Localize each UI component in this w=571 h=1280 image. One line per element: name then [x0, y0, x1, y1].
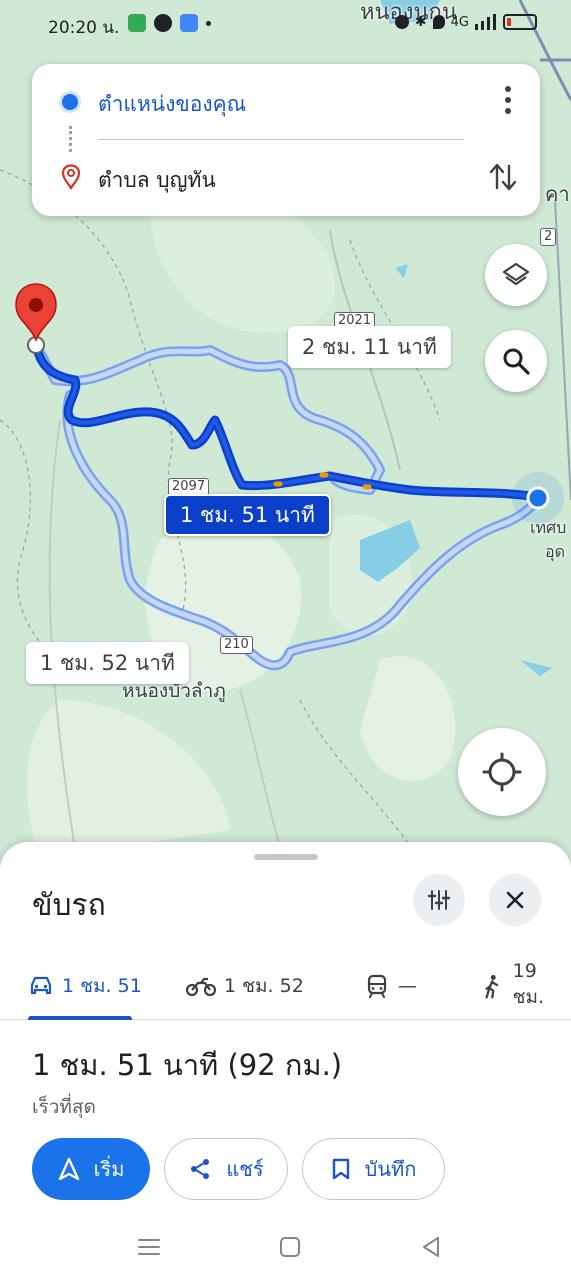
system-navigation-bar [0, 1216, 571, 1280]
travel-mode-tabs: 1 ชม. 51 1 ชม. 52 — 19 ชม. [0, 952, 571, 1020]
location-icon [432, 15, 445, 29]
map-town-label-right-1: เทศบ [530, 518, 567, 537]
field-divider [98, 139, 464, 140]
tab-motorcycle[interactable]: 1 ชม. 52 [186, 952, 304, 1020]
sheet-drag-handle[interactable] [254, 854, 318, 860]
share-button-label: แชร์ [226, 1157, 264, 1181]
destination-pin-icon [61, 164, 81, 190]
save-button-label: บันทึก [364, 1157, 417, 1181]
start-button-label: เริ่ม [93, 1157, 125, 1181]
swap-icon[interactable] [486, 160, 520, 194]
more-vert-icon [505, 107, 511, 114]
route-options-button[interactable] [413, 874, 465, 926]
status-bar: 20:20 น. ✱ 4G [0, 0, 571, 52]
bookmark-icon [332, 1158, 349, 1180]
route-summary: 1 ชม. 51 นาที (92 กม.) [32, 1048, 343, 1082]
more-vert-icon [505, 96, 511, 103]
my-location-button[interactable] [458, 728, 546, 816]
tab-motorcycle-label: 1 ชม. 52 [224, 975, 304, 997]
route-label-main[interactable]: 1 ชม. 51 นาที [164, 494, 331, 536]
share-icon [191, 1159, 210, 1179]
more-notifications-icon [206, 20, 211, 26]
route-label-alt-bottom[interactable]: 1 ชม. 52 นาที [26, 642, 189, 684]
recent-apps-icon[interactable] [136, 1234, 162, 1260]
my-location-icon [482, 752, 522, 792]
back-icon[interactable] [418, 1234, 444, 1260]
tab-transit[interactable]: — [364, 952, 417, 1020]
more-vert-icon [505, 86, 511, 93]
network-type: 4G [450, 14, 469, 30]
close-button[interactable] [489, 874, 541, 926]
navigation-icon [58, 1157, 79, 1181]
road-shield: 2 [540, 228, 557, 246]
walk-icon [485, 975, 499, 999]
motorcycle-icon [186, 977, 216, 997]
route-connector [69, 126, 72, 152]
tab-driving[interactable]: 1 ชม. 51 [28, 952, 142, 1020]
tab-transit-label: — [398, 975, 417, 997]
tab-walking[interactable]: 19 ชม. [480, 952, 571, 1020]
active-tab-indicator [28, 1016, 132, 1020]
battery-saver-icon [128, 14, 146, 32]
status-time: 20:20 น. [48, 18, 120, 38]
home-icon[interactable] [277, 1234, 303, 1260]
layers-icon [502, 262, 530, 286]
route-label-alt-top[interactable]: 2 ชม. 11 นาที [288, 326, 451, 368]
save-button[interactable]: บันทึก [302, 1138, 445, 1200]
bluetooth-icon: ✱ [414, 14, 427, 30]
car-icon [30, 976, 52, 995]
app-notification-icon [180, 14, 198, 32]
directions-bottom-sheet: ขับรถ 1 ชม. 51 1 ชม. 52 — 19 ชม. 1 ชม. 5… [0, 842, 571, 1280]
directions-search-card: ตำแหน่งของคุณ ตำบล บุญทัน [32, 64, 540, 216]
map-town-label-right: คา [545, 182, 570, 206]
tab-walking-label: 19 ชม. [512, 960, 545, 1008]
search-icon [503, 348, 530, 375]
sheet-title: ขับรถ [32, 888, 106, 923]
signal-icon [475, 14, 496, 30]
tune-icon [427, 890, 451, 910]
origin-marker [526, 486, 550, 510]
battery-icon [503, 14, 537, 30]
map-town-label-right-2: อุด [545, 542, 565, 561]
alarm-icon [394, 15, 409, 29]
start-button[interactable]: เริ่ม [32, 1138, 150, 1200]
destination-field[interactable]: ตำบล บุญทัน [98, 164, 216, 197]
layers-button[interactable] [485, 244, 547, 306]
more-options-button[interactable] [498, 84, 518, 116]
transit-icon [367, 974, 387, 998]
origin-field[interactable]: ตำแหน่งของคุณ [98, 88, 246, 121]
chat-icon [154, 14, 172, 32]
origin-dot-icon [62, 94, 78, 110]
route-subtitle: เร็วที่สุด [32, 1096, 96, 1118]
share-button[interactable]: แชร์ [164, 1138, 288, 1200]
close-icon [506, 891, 524, 909]
road-shield: 210 [220, 636, 253, 654]
search-along-route-button[interactable] [485, 330, 547, 392]
tab-driving-label: 1 ชม. 51 [62, 975, 142, 997]
